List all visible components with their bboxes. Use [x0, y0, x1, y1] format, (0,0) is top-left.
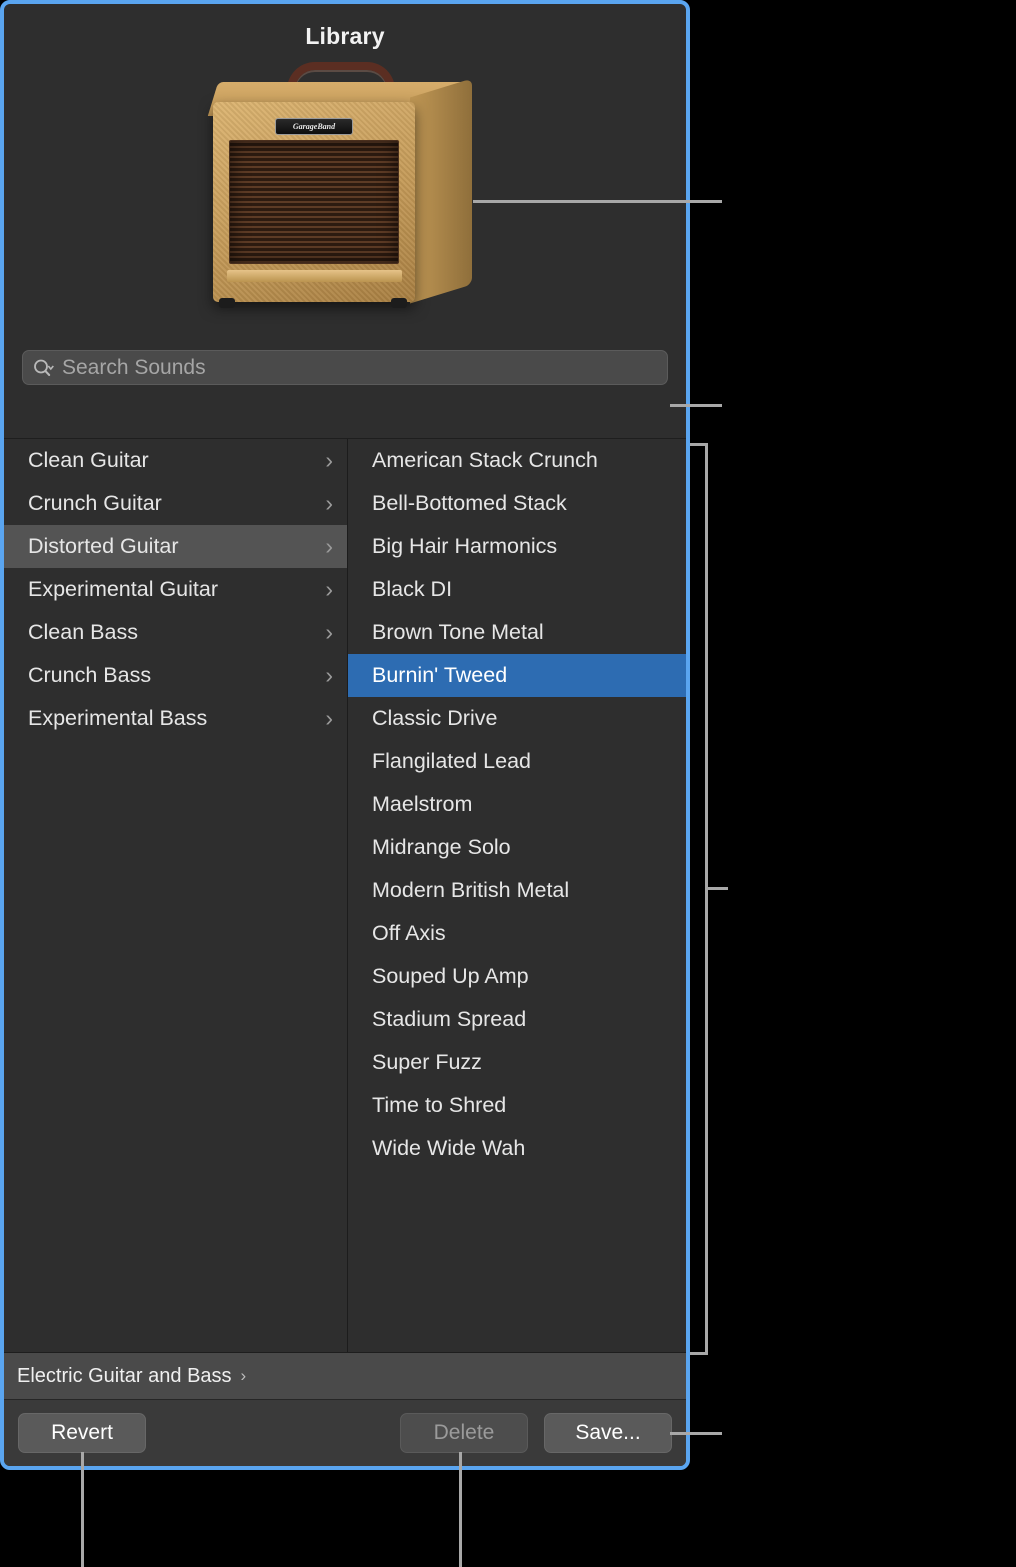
callout-bracket-browser — [690, 443, 708, 1355]
preset-row[interactable]: Black DI — [348, 568, 686, 611]
category-label: Crunch Bass — [28, 663, 152, 687]
amp-side-face — [410, 78, 472, 304]
preset-row[interactable]: Super Fuzz — [348, 1041, 686, 1084]
category-column[interactable]: Clean Guitar › Crunch Guitar › Distorted Gui… — [4, 439, 348, 1352]
preset-row[interactable]: Stadium Spread — [348, 998, 686, 1041]
amp-foot-left — [219, 298, 235, 308]
preset-label: Maelstrom — [372, 792, 473, 816]
preset-label: American Stack Crunch — [372, 448, 598, 472]
amp-brand-badge: GarageBand — [275, 118, 353, 135]
preset-label: Souped Up Amp — [372, 964, 529, 988]
breadcrumb[interactable]: Electric Guitar and Bass › — [4, 1353, 686, 1400]
breadcrumb-label: Electric Guitar and Bass — [17, 1364, 232, 1387]
callout-line-delete — [459, 1452, 462, 1567]
page-title: Library — [305, 23, 385, 49]
category-row[interactable]: Clean Guitar › — [4, 439, 347, 482]
preset-label: Big Hair Harmonics — [372, 534, 558, 558]
preset-label: Burnin' Tweed — [372, 663, 508, 687]
category-row[interactable]: Crunch Guitar › — [4, 482, 347, 525]
category-label: Experimental Bass — [28, 706, 208, 730]
preset-label: Wide Wide Wah — [372, 1136, 526, 1160]
preset-label: Black DI — [372, 577, 453, 601]
tweed-amp-icon: GarageBand — [205, 62, 481, 314]
amp-speaker-grille — [229, 140, 399, 264]
preset-label: Modern British Metal — [372, 878, 570, 902]
preset-row[interactable]: Burnin' Tweed — [348, 654, 686, 697]
preset-row[interactable]: Off Axis — [348, 912, 686, 955]
chevron-right-icon: › — [240, 1366, 247, 1385]
amp-foot-right — [391, 298, 407, 308]
preset-row[interactable]: Souped Up Amp — [348, 955, 686, 998]
category-label: Crunch Guitar — [28, 491, 162, 515]
preset-label: Flangilated Lead — [372, 749, 531, 773]
category-row[interactable]: Clean Bass › — [4, 611, 347, 654]
chevron-right-icon: › — [325, 619, 333, 645]
preset-row[interactable]: Maelstrom — [348, 783, 686, 826]
library-panel: Library GarageBand Search Sounds Clean G… — [0, 0, 690, 1470]
chevron-right-icon: › — [325, 576, 333, 602]
category-label: Clean Bass — [28, 620, 138, 644]
screenshot-root: Library GarageBand Search Sounds Clean G… — [0, 0, 1016, 1567]
preset-row[interactable]: Time to Shred — [348, 1084, 686, 1127]
preset-row[interactable]: Brown Tone Metal — [348, 611, 686, 654]
footer-bar: Revert Delete Save... — [4, 1400, 686, 1466]
preset-label: Off Axis — [372, 921, 446, 945]
preset-row[interactable]: Classic Drive — [348, 697, 686, 740]
category-label: Experimental Guitar — [28, 577, 218, 601]
preset-row[interactable]: American Stack Crunch — [348, 439, 686, 482]
amp-lip-bar — [227, 270, 402, 282]
search-field[interactable] — [22, 350, 668, 385]
save-button[interactable]: Save... — [544, 1413, 672, 1453]
category-row[interactable]: Experimental Bass › — [4, 697, 347, 740]
preset-row[interactable]: Big Hair Harmonics — [348, 525, 686, 568]
category-row[interactable]: Crunch Bass › — [4, 654, 347, 697]
preset-label: Bell-Bottomed Stack — [372, 491, 567, 515]
chevron-right-icon: › — [325, 447, 333, 473]
callout-line-artwork — [473, 200, 722, 203]
sound-browser: Clean Guitar › Crunch Guitar › Distorted Gui… — [4, 438, 686, 1353]
preset-row[interactable]: Wide Wide Wah — [348, 1127, 686, 1170]
category-label: Distorted Guitar — [28, 534, 179, 558]
preset-label: Midrange Solo — [372, 835, 511, 859]
category-row[interactable]: Experimental Guitar › — [4, 568, 347, 611]
preset-label: Brown Tone Metal — [372, 620, 544, 644]
revert-button[interactable]: Revert — [18, 1413, 146, 1453]
preset-row[interactable]: Flangilated Lead — [348, 740, 686, 783]
preset-label: Stadium Spread — [372, 1007, 527, 1031]
chevron-right-icon: › — [325, 705, 333, 731]
callout-line-browser — [708, 887, 728, 890]
preset-label: Classic Drive — [372, 706, 498, 730]
chevron-right-icon: › — [325, 662, 333, 688]
delete-button[interactable]: Delete — [400, 1413, 528, 1453]
preset-row[interactable]: Modern British Metal — [348, 869, 686, 912]
preset-column[interactable]: American Stack Crunch Bell-Bottomed Stack… — [348, 439, 686, 1352]
chevron-right-icon: › — [325, 490, 333, 516]
callout-line-revert — [81, 1452, 84, 1567]
callout-line-search — [670, 404, 722, 407]
amp-front-face: GarageBand — [213, 102, 415, 308]
search-row — [4, 350, 686, 385]
preset-label: Time to Shred — [372, 1093, 507, 1117]
search-icon[interactable] — [33, 358, 55, 378]
callout-line-save — [670, 1432, 722, 1435]
preset-row[interactable]: Bell-Bottomed Stack — [348, 482, 686, 525]
search-input[interactable] — [55, 355, 657, 380]
preset-label: Super Fuzz — [372, 1050, 482, 1074]
chevron-right-icon: › — [325, 533, 333, 559]
preset-row[interactable]: Midrange Solo — [348, 826, 686, 869]
category-row[interactable]: Distorted Guitar › — [4, 525, 347, 568]
category-label: Clean Guitar — [28, 448, 149, 472]
